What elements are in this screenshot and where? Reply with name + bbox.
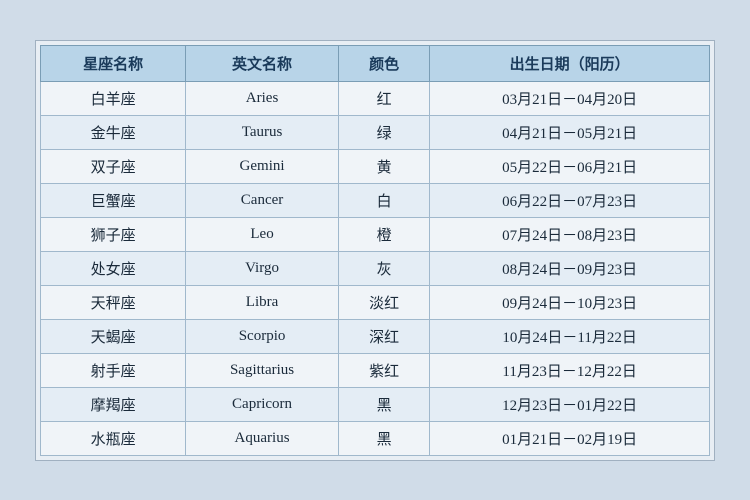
cell-10-2: 黑 <box>338 421 429 455</box>
table-header-row: 星座名称 英文名称 颜色 出生日期（阳历） <box>41 45 710 81</box>
zodiac-table: 星座名称 英文名称 颜色 出生日期（阳历） 白羊座Aries红03月21日－04… <box>40 45 710 456</box>
cell-3-1: Cancer <box>186 183 339 217</box>
cell-7-0: 天蝎座 <box>41 319 186 353</box>
table-row: 巨蟹座Cancer白06月22日－07月23日 <box>41 183 710 217</box>
cell-2-2: 黄 <box>338 149 429 183</box>
cell-5-1: Virgo <box>186 251 339 285</box>
cell-10-0: 水瓶座 <box>41 421 186 455</box>
table-row: 天秤座Libra淡红09月24日－10月23日 <box>41 285 710 319</box>
table-row: 双子座Gemini黄05月22日－06月21日 <box>41 149 710 183</box>
cell-9-1: Capricorn <box>186 387 339 421</box>
cell-5-3: 08月24日－09月23日 <box>430 251 710 285</box>
cell-0-0: 白羊座 <box>41 81 186 115</box>
cell-2-0: 双子座 <box>41 149 186 183</box>
cell-6-3: 09月24日－10月23日 <box>430 285 710 319</box>
cell-8-2: 紫红 <box>338 353 429 387</box>
cell-4-3: 07月24日－08月23日 <box>430 217 710 251</box>
cell-4-1: Leo <box>186 217 339 251</box>
cell-4-2: 橙 <box>338 217 429 251</box>
cell-3-2: 白 <box>338 183 429 217</box>
table-row: 金牛座Taurus绿04月21日－05月21日 <box>41 115 710 149</box>
table-body: 白羊座Aries红03月21日－04月20日金牛座Taurus绿04月21日－0… <box>41 81 710 455</box>
cell-9-3: 12月23日－01月22日 <box>430 387 710 421</box>
header-chinese-name: 星座名称 <box>41 45 186 81</box>
cell-10-3: 01月21日－02月19日 <box>430 421 710 455</box>
table-row: 天蝎座Scorpio深红10月24日－11月22日 <box>41 319 710 353</box>
cell-1-3: 04月21日－05月21日 <box>430 115 710 149</box>
table-row: 白羊座Aries红03月21日－04月20日 <box>41 81 710 115</box>
cell-3-3: 06月22日－07月23日 <box>430 183 710 217</box>
cell-1-1: Taurus <box>186 115 339 149</box>
cell-8-0: 射手座 <box>41 353 186 387</box>
header-birthday: 出生日期（阳历） <box>430 45 710 81</box>
header-color: 颜色 <box>338 45 429 81</box>
cell-0-1: Aries <box>186 81 339 115</box>
cell-6-2: 淡红 <box>338 285 429 319</box>
cell-6-0: 天秤座 <box>41 285 186 319</box>
cell-5-0: 处女座 <box>41 251 186 285</box>
cell-10-1: Aquarius <box>186 421 339 455</box>
zodiac-table-container: 星座名称 英文名称 颜色 出生日期（阳历） 白羊座Aries红03月21日－04… <box>35 40 715 461</box>
cell-8-3: 11月23日－12月22日 <box>430 353 710 387</box>
table-row: 处女座Virgo灰08月24日－09月23日 <box>41 251 710 285</box>
table-row: 水瓶座Aquarius黑01月21日－02月19日 <box>41 421 710 455</box>
cell-2-3: 05月22日－06月21日 <box>430 149 710 183</box>
cell-7-1: Scorpio <box>186 319 339 353</box>
cell-9-2: 黑 <box>338 387 429 421</box>
cell-3-0: 巨蟹座 <box>41 183 186 217</box>
table-row: 摩羯座Capricorn黑12月23日－01月22日 <box>41 387 710 421</box>
table-row: 射手座Sagittarius紫红11月23日－12月22日 <box>41 353 710 387</box>
cell-9-0: 摩羯座 <box>41 387 186 421</box>
table-row: 狮子座Leo橙07月24日－08月23日 <box>41 217 710 251</box>
cell-6-1: Libra <box>186 285 339 319</box>
cell-4-0: 狮子座 <box>41 217 186 251</box>
cell-5-2: 灰 <box>338 251 429 285</box>
cell-2-1: Gemini <box>186 149 339 183</box>
cell-0-2: 红 <box>338 81 429 115</box>
cell-7-3: 10月24日－11月22日 <box>430 319 710 353</box>
cell-7-2: 深红 <box>338 319 429 353</box>
header-english-name: 英文名称 <box>186 45 339 81</box>
cell-0-3: 03月21日－04月20日 <box>430 81 710 115</box>
cell-1-2: 绿 <box>338 115 429 149</box>
cell-8-1: Sagittarius <box>186 353 339 387</box>
cell-1-0: 金牛座 <box>41 115 186 149</box>
